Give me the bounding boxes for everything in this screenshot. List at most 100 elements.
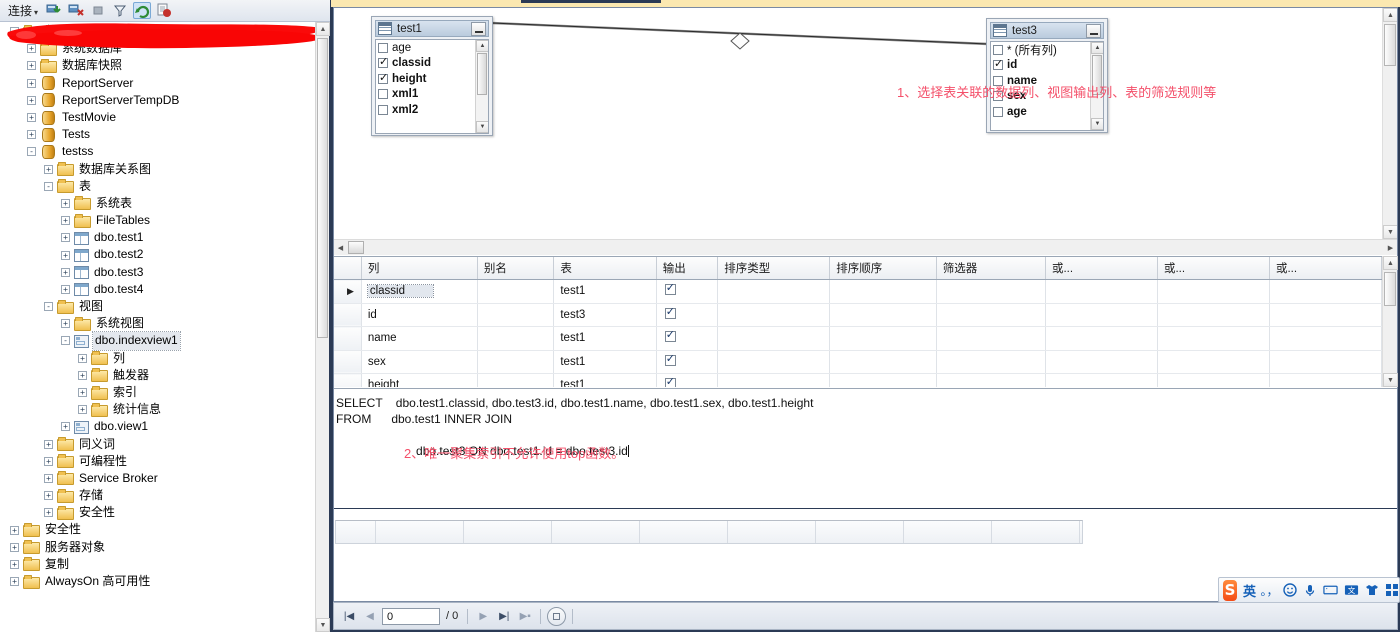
scroll-up-arrow-icon[interactable]: ▲	[1383, 256, 1398, 270]
criteria-grid-scrollbar[interactable]: ▲ ▼	[1382, 256, 1398, 387]
diagram-horizontal-scrollbar[interactable]: ◀ ▶	[334, 239, 1397, 255]
scroll-right-arrow-icon[interactable]: ▶	[1384, 240, 1397, 255]
row-selector[interactable]	[334, 350, 362, 374]
tree-node-数据库关系图[interactable]: + 数据库关系图	[0, 161, 316, 178]
cell-or-2[interactable]	[1157, 326, 1270, 351]
results-grid-header[interactable]	[335, 520, 1083, 544]
output-checkbox[interactable]	[664, 376, 676, 387]
cell-table[interactable]: test1	[553, 326, 657, 351]
filter-icon[interactable]	[111, 2, 129, 19]
column-checkbox[interactable]	[993, 58, 1003, 71]
header-sort-order[interactable]: 排序顺序	[829, 257, 937, 280]
expand-toggle-icon[interactable]: +	[27, 130, 36, 140]
cell-or-2[interactable]	[1157, 303, 1270, 327]
header-sort-type[interactable]: 排序类型	[717, 257, 831, 280]
output-checkbox[interactable]	[664, 329, 676, 343]
cell-alias[interactable]	[477, 350, 555, 374]
cell-column[interactable]: sex	[361, 350, 478, 374]
expand-toggle-icon[interactable]: +	[10, 525, 19, 535]
collapse-toggle-icon[interactable]: -	[44, 302, 53, 312]
expand-toggle-icon[interactable]: +	[44, 164, 53, 174]
cell-column[interactable]: id	[361, 303, 478, 327]
tree-node-可编程性[interactable]: + 可编程性	[0, 453, 316, 470]
scrollbar-thumb[interactable]	[348, 241, 364, 254]
expand-toggle-icon[interactable]: +	[10, 542, 19, 552]
tree-node-dbo.test2[interactable]: + dbo.test2	[0, 246, 316, 263]
results-column-header[interactable]	[904, 521, 992, 543]
disconnect-object-explorer-icon[interactable]	[67, 2, 85, 19]
cell-filter[interactable]	[936, 279, 1046, 304]
cell-sort-type[interactable]	[717, 350, 831, 374]
scroll-up-arrow-icon[interactable]: ▲	[1091, 42, 1103, 54]
tree-node-视图[interactable]: - 视图	[0, 298, 316, 315]
scroll-down-arrow-icon[interactable]: ▼	[1091, 118, 1103, 130]
expand-toggle-icon[interactable]: +	[61, 216, 70, 226]
cell-sort-type[interactable]	[717, 326, 831, 351]
expand-toggle-icon[interactable]: +	[10, 559, 19, 569]
connect-object-explorer-icon[interactable]	[45, 2, 63, 19]
expand-toggle-icon[interactable]: +	[61, 422, 70, 432]
cell-table[interactable]: test1	[553, 350, 657, 374]
tree-node-service-broker[interactable]: + Service Broker	[0, 470, 316, 487]
column-checkbox[interactable]	[378, 56, 388, 69]
results-column-header[interactable]	[992, 521, 1080, 543]
cell-or-1[interactable]	[1045, 303, 1158, 327]
cell-column[interactable]: height	[361, 373, 478, 387]
stop-execution-icon[interactable]	[547, 606, 567, 626]
previous-record-button[interactable]: ◀	[361, 607, 379, 625]
expand-toggle-icon[interactable]: +	[44, 456, 53, 466]
sql-pane[interactable]: SELECT dbo.test1.classid, dbo.test3.id, …	[334, 388, 1397, 508]
expand-toggle-icon[interactable]: +	[10, 577, 19, 587]
output-checkbox[interactable]	[664, 282, 676, 296]
expand-toggle-icon[interactable]: +	[27, 95, 36, 105]
tree-node-testss[interactable]: - testss	[0, 143, 316, 160]
cell-table[interactable]: test3	[553, 303, 657, 327]
expand-toggle-icon[interactable]: +	[27, 78, 36, 88]
cell-alias[interactable]	[477, 373, 555, 387]
column-checkbox[interactable]	[993, 106, 1003, 117]
scrollbar-thumb[interactable]	[1384, 272, 1396, 306]
tree-node-列[interactable]: + 列	[0, 350, 316, 367]
cell-sort-order[interactable]	[829, 279, 937, 304]
expand-toggle-icon[interactable]: +	[78, 353, 87, 363]
cell-or-3[interactable]	[1269, 303, 1383, 327]
tree-node-reportservertempdb[interactable]: + ReportServerTempDB	[0, 92, 316, 109]
ime-soft-keyboard-icon[interactable]	[1323, 582, 1338, 598]
collapse-toggle-icon[interactable]: -	[10, 27, 19, 37]
cell-or-3[interactable]	[1269, 326, 1383, 351]
cell-sort-type[interactable]	[717, 303, 831, 327]
tree-node-reportserver[interactable]: + ReportServer	[0, 75, 316, 92]
scrollbar-thumb[interactable]	[317, 38, 328, 338]
scroll-up-arrow-icon[interactable]: ▲	[476, 40, 488, 52]
expand-toggle-icon[interactable]: +	[61, 198, 70, 208]
stop-icon[interactable]	[89, 2, 107, 19]
column-row[interactable]: height	[376, 71, 488, 87]
record-number-input[interactable]: 0	[382, 607, 440, 625]
connect-button[interactable]: 连接 ▾	[5, 1, 41, 20]
tree-node-filetables[interactable]: + FileTables	[0, 212, 316, 229]
scroll-left-arrow-icon[interactable]: ◀	[334, 240, 347, 255]
ime-emoji-icon[interactable]	[1283, 582, 1297, 598]
tree-node-安全性[interactable]: + 安全性	[0, 504, 316, 521]
cell-or-3[interactable]	[1269, 279, 1383, 304]
tree-node-表[interactable]: -表	[0, 178, 316, 195]
cell-output[interactable]	[656, 373, 719, 387]
object-explorer-scrollbar[interactable]: ▲ ▼	[315, 22, 330, 632]
cell-or-1[interactable]	[1045, 350, 1158, 374]
column-list-scrollbar[interactable]: ▲ ▼	[475, 40, 488, 133]
ime-toolbox-icon[interactable]	[1385, 582, 1399, 598]
cell-alias[interactable]	[477, 303, 555, 327]
sogou-ime-toolbar[interactable]: S 英 。， 文	[1218, 577, 1400, 603]
output-checkbox[interactable]	[664, 306, 676, 319]
scroll-up-arrow-icon[interactable]: ▲	[1383, 8, 1397, 22]
cell-filter[interactable]	[936, 326, 1046, 351]
table-header[interactable]: test1	[375, 20, 489, 37]
column-row[interactable]: age	[991, 104, 1103, 120]
next-record-button[interactable]: ▶	[474, 607, 492, 625]
header-filter[interactable]: 筛选器	[936, 257, 1046, 280]
tree-node-同义词[interactable]: + 同义词	[0, 436, 316, 453]
criteria-row[interactable]: sex test1	[334, 350, 1383, 374]
tree-node-触发器[interactable]: + 触发器	[0, 367, 316, 384]
row-selector[interactable]	[334, 373, 362, 387]
tree-node-dbo.indexview1[interactable]: - dbo.indexview1	[0, 331, 316, 351]
